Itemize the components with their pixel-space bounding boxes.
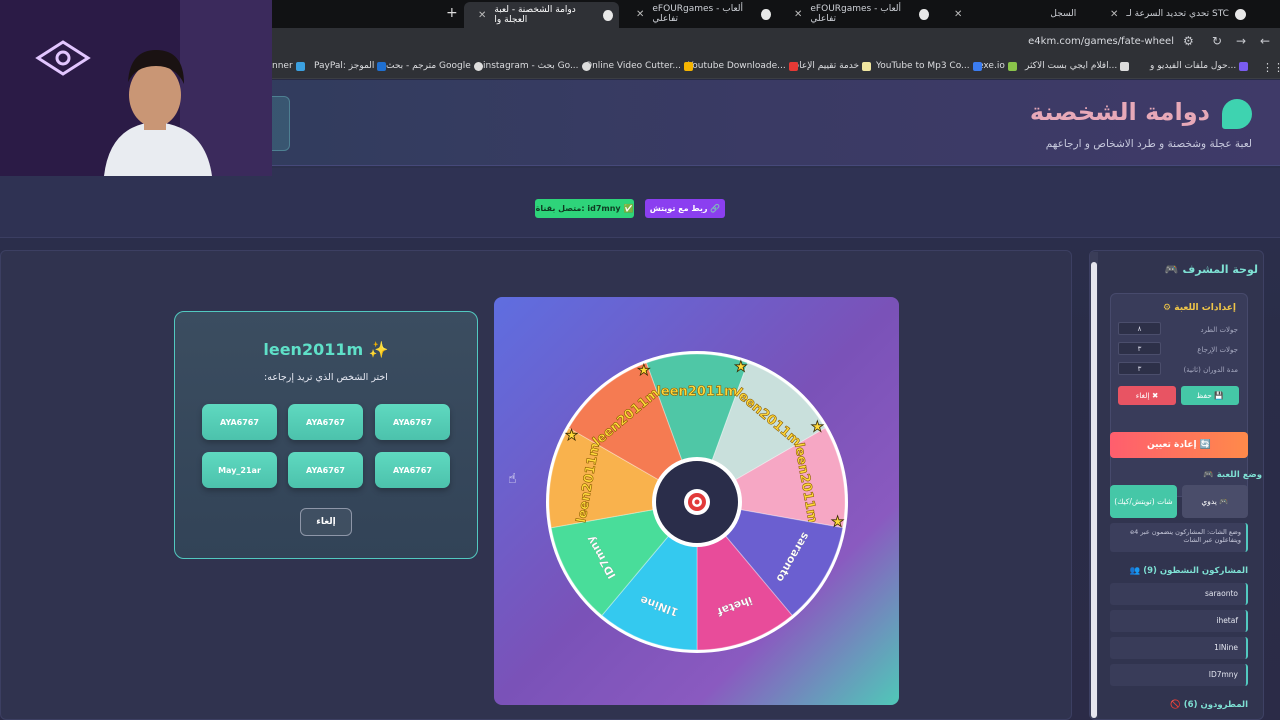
- tab-history[interactable]: ✕ السجل: [940, 3, 1080, 25]
- save-settings-button[interactable]: حفظ 💾: [1181, 386, 1239, 405]
- gamepad-icon: 🎮: [1164, 263, 1179, 276]
- fate-wheel[interactable]: leen2011mleen2011mleen2011msaraontoiheta…: [494, 297, 899, 705]
- save-icon: 💾: [1214, 391, 1224, 400]
- wheel-segment-label: leen2011m: [656, 385, 737, 400]
- bookmark-item[interactable]: instagram - بحث Go...: [483, 61, 591, 71]
- active-participants-title: المشاركون النشطون (9) 👥: [1129, 566, 1248, 576]
- bookmark-item[interactable]: خدمة تقييم الإعاقة: [790, 61, 872, 71]
- tab-stc[interactable]: ✕ تحدي تحديد السرعة لـ STC: [1096, 3, 1256, 25]
- star-icon: ★: [811, 417, 824, 435]
- url-input[interactable]: e4km.com/games/fate-wheel: [1028, 36, 1174, 47]
- return-rounds-input[interactable]: ٣: [1118, 342, 1161, 355]
- forward-icon[interactable]: →: [1236, 34, 1246, 48]
- gamepad-icon: 🎮: [1203, 470, 1214, 480]
- star-icon: ★: [565, 426, 578, 444]
- site-settings-icon[interactable]: ⚙: [1183, 34, 1194, 48]
- selected-player-name: leen2011m ✨: [263, 340, 389, 359]
- bookmark-item[interactable]: Youtube Downloade...: [688, 61, 798, 71]
- close-tab-icon[interactable]: ✕: [954, 9, 962, 20]
- close-tab-icon[interactable]: ✕: [1110, 9, 1118, 20]
- reload-icon[interactable]: ↻: [1212, 34, 1222, 48]
- webcam-overlay: [0, 0, 272, 176]
- bookmark-item[interactable]: مترجم - بحث Google: [386, 61, 483, 71]
- choice-button[interactable]: AYA6767: [288, 452, 363, 488]
- wheel-container: leen2011m leen2011m leen2011m saraonto iheta…: [494, 297, 899, 705]
- choice-button[interactable]: May_21ar: [202, 452, 277, 488]
- bookmark-item[interactable]: حول ملفات الفيديو و...: [1150, 61, 1249, 71]
- new-tab-button[interactable]: +: [446, 5, 458, 21]
- selection-prompt: اختر الشخص الذي تريد إرجاعه:: [264, 372, 388, 383]
- apps-grid-icon[interactable]: ⋮⋮: [1262, 61, 1280, 74]
- kicked-players-title: المطرودون (6) 🚫: [1170, 700, 1248, 710]
- logo-icon: [1222, 99, 1252, 129]
- bookmark-item[interactable]: PayPal: الموجز: [314, 61, 387, 71]
- return-rounds-label: جولات الإرجاع: [1197, 346, 1238, 354]
- mode-chat-button[interactable]: شات (تويتش/كيك): [1110, 485, 1177, 518]
- check-icon: ✅: [623, 204, 634, 213]
- spin-duration-input[interactable]: ٣: [1118, 362, 1161, 375]
- tab-label: eFOURgames - ألعاب تفاعلي: [810, 4, 902, 24]
- link-icon: 🔗: [710, 204, 721, 213]
- star-icon: ★: [831, 512, 844, 530]
- bookmark-item[interactable]: افلام ايجي بست الاكثر...: [1025, 61, 1130, 71]
- bookmark-item[interactable]: YouTube to Mp3 Co...: [876, 61, 982, 71]
- participant-row[interactable]: 1lNine: [1110, 637, 1248, 659]
- reset-button[interactable]: إعادة تعيين 🔄: [1110, 432, 1248, 458]
- connection-bar: [0, 168, 1280, 238]
- back-icon[interactable]: ←: [1260, 34, 1270, 48]
- choice-button[interactable]: AYA6767: [375, 404, 450, 440]
- close-tab-icon[interactable]: ✕: [794, 9, 802, 20]
- game-settings-title: إعدادات اللعبة ⚙: [1163, 303, 1236, 313]
- users-icon: 👥: [1129, 566, 1141, 576]
- admin-panel-title: لوحة المشرف 🎮: [1164, 263, 1258, 276]
- gamepad-icon: 🎮: [1219, 497, 1229, 506]
- bookmark-item[interactable]: exe.io: [978, 61, 1017, 71]
- tab-label: eFOURgames - ألعاب تفاعلي: [652, 4, 744, 24]
- bookmark-item[interactable]: nner: [272, 61, 305, 71]
- choice-button[interactable]: AYA6767: [375, 452, 450, 488]
- choice-button[interactable]: AYA6767: [288, 404, 363, 440]
- mode-description: وضع الشات: المشاركون ينضمون عبر e4 ويتفا…: [1110, 523, 1248, 552]
- sparkles-icon: ✨: [368, 340, 389, 359]
- star-icon: ★: [637, 361, 650, 379]
- tab-favicon: [1234, 8, 1246, 20]
- tab-label: السجل: [1050, 9, 1077, 19]
- close-icon: ✖: [1151, 391, 1159, 400]
- cancel-selection-button[interactable]: إلغاء: [300, 508, 352, 536]
- return-selection-card: leen2011m ✨ اختر الشخص الذي تريد إرجاعه:…: [174, 311, 478, 559]
- admin-scroll-thumb[interactable]: [1091, 262, 1097, 718]
- mode-manual-button[interactable]: يدوي 🎮: [1182, 485, 1248, 518]
- connect-twitch-button[interactable]: ربط مع تويتش 🔗: [645, 199, 725, 218]
- connected-channel-button[interactable]: متصل بقناة: id7mny ✅: [535, 199, 634, 218]
- tab-efourgames-1[interactable]: ✕ eFOURgames - ألعاب تفاعلي: [622, 3, 777, 25]
- tab-favicon: [761, 8, 771, 20]
- participant-row[interactable]: ihetaf: [1110, 610, 1248, 632]
- tab-label: تحدي تحديد السرعة لـ STC: [1126, 9, 1229, 19]
- game-mode-title: وضع اللعبة 🎮: [1203, 470, 1262, 480]
- tab-favicon: [603, 9, 613, 21]
- page-title: دوامة الشخصنة: [1029, 98, 1210, 126]
- choice-button[interactable]: AYA6767: [202, 404, 277, 440]
- bookmark-item[interactable]: Online Video Cutter...: [585, 61, 694, 71]
- star-icon: ★: [734, 357, 747, 375]
- participant-row[interactable]: ID7mny: [1110, 664, 1248, 686]
- close-tab-icon[interactable]: ✕: [478, 10, 486, 21]
- tab-label: دوامة الشخصنة - لعبة العجلة وا: [494, 5, 576, 25]
- refresh-icon: 🔄: [1199, 440, 1211, 450]
- participant-row[interactable]: saraonto: [1110, 583, 1248, 605]
- spin-duration-label: مدة الدوران (ثانية): [1183, 366, 1239, 374]
- close-tab-icon[interactable]: ✕: [636, 9, 644, 20]
- mouse-cursor: ☝: [508, 471, 517, 487]
- kick-rounds-label: جولات الطرد: [1200, 326, 1238, 334]
- ban-icon: 🚫: [1170, 700, 1181, 710]
- tab-efourgames-2[interactable]: ✕ eFOURgames - ألعاب تفاعلي: [780, 3, 935, 25]
- page-subtitle: لعبة عجلة وشخصنة و طرد الاشخاص و ارجاعهم: [1045, 138, 1252, 150]
- gear-icon: ⚙: [1163, 303, 1172, 313]
- tab-favicon: [919, 8, 929, 20]
- kick-rounds-input[interactable]: ٨: [1118, 322, 1161, 335]
- cancel-settings-button[interactable]: إلغاء ✖: [1118, 386, 1176, 405]
- tab-fate-wheel[interactable]: ✕ دوامة الشخصنة - لعبة العجلة وا: [464, 2, 619, 28]
